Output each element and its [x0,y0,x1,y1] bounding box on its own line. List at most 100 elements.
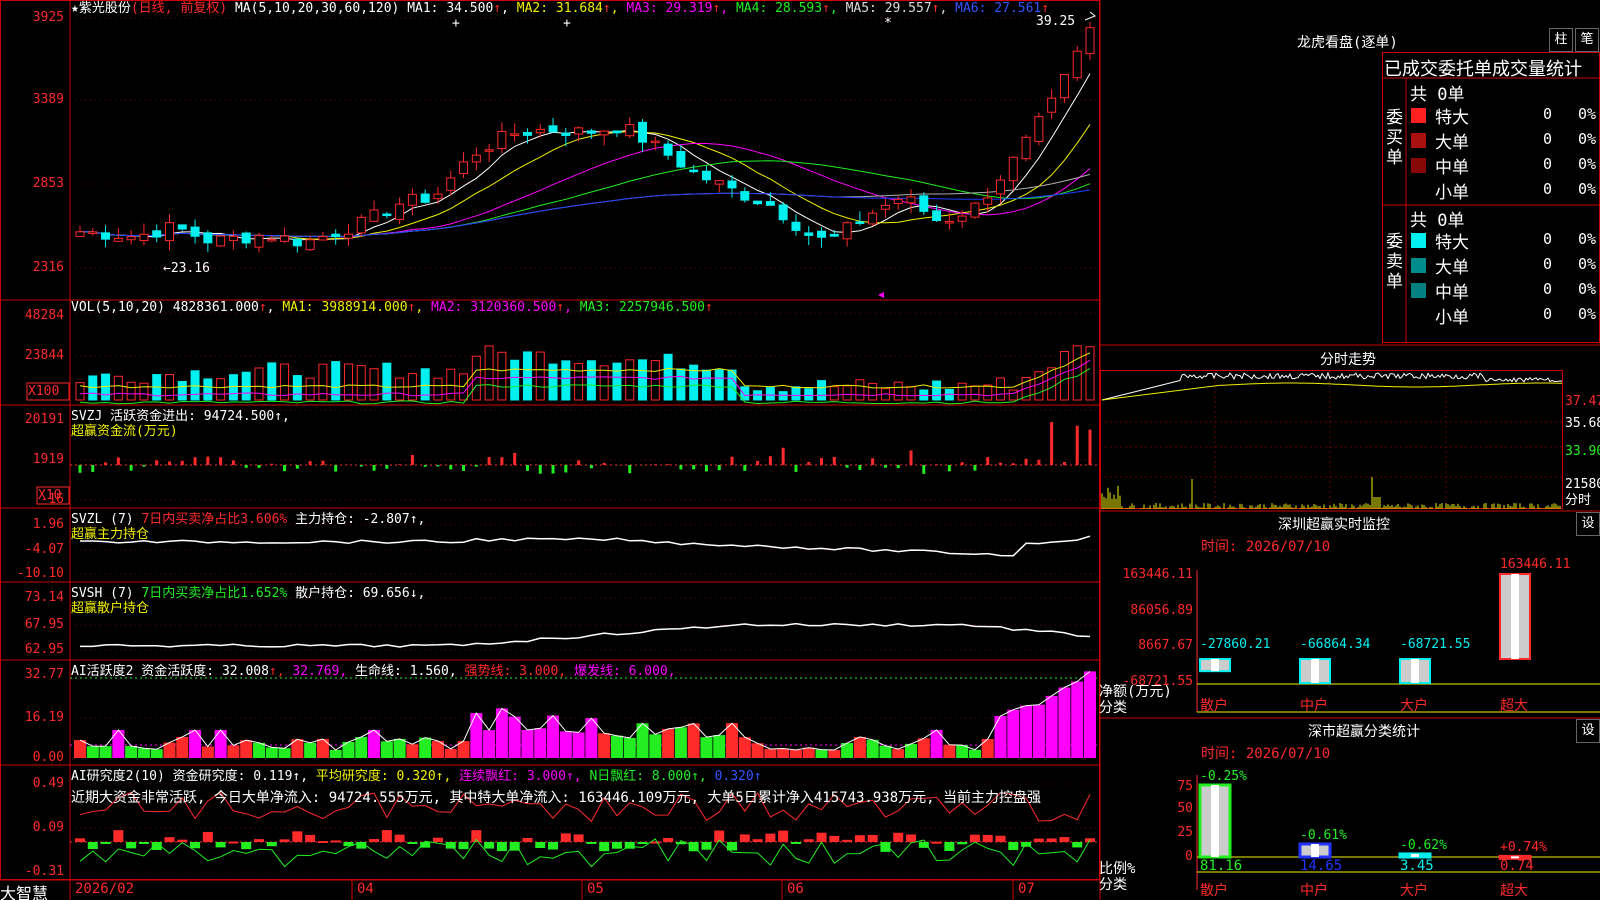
volume-bar [497,351,507,401]
ai1-bar [1020,705,1033,758]
sz-bar-highlight [1411,659,1419,683]
sell-swatch [1411,233,1426,248]
buy-row-count: 0 [1543,130,1553,148]
candle-body [804,232,814,236]
volume-bar [1047,367,1057,401]
ai1-bar [508,716,521,758]
candle-body [190,226,200,237]
svzl-axis-label: -4.07 [24,542,64,557]
candle-body [791,221,801,231]
candle-body [561,132,571,136]
sz-axis-label: 86056.89 [1130,603,1193,618]
volume-bar [804,388,814,401]
sz-axis-label: 163446.11 [1122,567,1193,582]
sell-row-pct: 0% [1578,255,1597,273]
ai1-bar [1084,671,1096,758]
fenshi-avg-line [1101,382,1562,401]
svzj-bar [372,465,376,471]
ai2-bar [317,841,328,844]
brand-logo[interactable]: 大智慧 [0,880,48,900]
sz-settings-button[interactable]: 设 [1576,512,1600,536]
sell-swatch [1411,258,1426,273]
ai2-bar [611,842,622,849]
ai2-axis-label: 0.09 [32,820,64,835]
candle-body [574,127,584,135]
svzj-bar [935,464,939,465]
sz-axis-label: 8667.67 [1138,638,1193,653]
sf-settings-button[interactable]: 设 [1576,719,1600,743]
svzl-title: 超赢主力持仓 [71,527,150,542]
ai2-bar [969,834,980,842]
candle-body [510,133,520,136]
main-header: ★紫光股份(日线, 前复权) MA(5,10,20,30,60,120) MA1… [71,1,1049,17]
sf-axis-label: 25 [1177,825,1193,840]
svzj-bar [781,447,785,465]
volume-bar [868,382,878,401]
svzj-bar [653,464,657,465]
ai1-axis-label: 0.00 [32,750,64,765]
sf-bar-delta: +0.74% [1500,840,1547,856]
candle-body [459,161,469,175]
ai2-bar [1033,838,1044,842]
candle-body [471,154,481,163]
candle-body [714,180,724,185]
ai2-bar [548,842,559,850]
period-label[interactable]: (日线, 前复权) [131,1,227,16]
ai2-bar [944,842,955,851]
column-view-button[interactable]: 柱 [1549,28,1573,52]
ai2-bar [1008,842,1019,851]
price-axis-label: 2316 [32,260,64,275]
sf-bar-value: 14.65 [1300,858,1343,874]
svzj-bar [999,462,1003,465]
volume-bar [996,377,1006,401]
ma2: MA2: 31.684↑, [516,1,619,16]
ai1-bar [304,742,317,758]
ai1-bar [610,735,623,758]
volume-bar [318,363,328,401]
volume-bar [177,380,187,401]
volume-bar [1059,351,1069,401]
candle-body [241,232,251,244]
star-icon[interactable]: ★ [71,1,79,16]
ai2-bar [496,842,507,852]
ai2-bar [253,839,264,842]
candle-body [548,125,558,133]
ai1-axis-label: 16.19 [24,710,64,725]
svzj-bar [704,465,708,472]
svzj-bar [807,461,811,465]
svzj-bar [257,465,261,468]
svzj-bar [231,460,235,465]
buy-total: 共 0单 [1410,85,1465,105]
fenshi-vol-label: 21580 [1565,477,1600,492]
svzj-bar [602,462,606,465]
svzj-bar [1088,429,1092,465]
sf-bar-highlight [1411,853,1419,857]
ma6: MA6: 27.561↑ [955,1,1050,16]
ai2-bar [1046,838,1057,842]
svzj-axis-label: 1919 [32,452,64,467]
candle-body [893,198,903,204]
candle-body [433,193,443,200]
stock-name[interactable]: 紫光股份 [79,1,131,16]
sell-row-pct: 0% [1578,305,1597,323]
candle-body [369,209,379,222]
ai2-header: AI研究度2(10) 资金研究度: 0.119↑, 平均研究度: 0.320↑,… [71,769,762,784]
candle-body [497,130,507,149]
volume-bar [612,362,622,401]
svzj-bar [922,465,926,474]
candle-body [139,233,149,242]
ai2-bar [330,840,341,843]
low-price-note: ←23.16 [163,261,210,276]
sf-category-label: 散户 [1200,883,1228,899]
svzj-bar [845,465,849,468]
svzj-bar [692,465,696,470]
tick-view-button[interactable]: 笔 [1575,28,1599,52]
sf-bar-value: 0.74 [1500,858,1534,874]
sell-row-name: 特大 [1435,233,1469,253]
ai1-bar [240,740,253,758]
ai2-bar [190,842,201,849]
candle-body [944,221,954,224]
stat-title: 已成交委托单成交量统计 [1384,59,1582,80]
ai2-bar [599,842,610,852]
volume-bar [510,359,520,401]
